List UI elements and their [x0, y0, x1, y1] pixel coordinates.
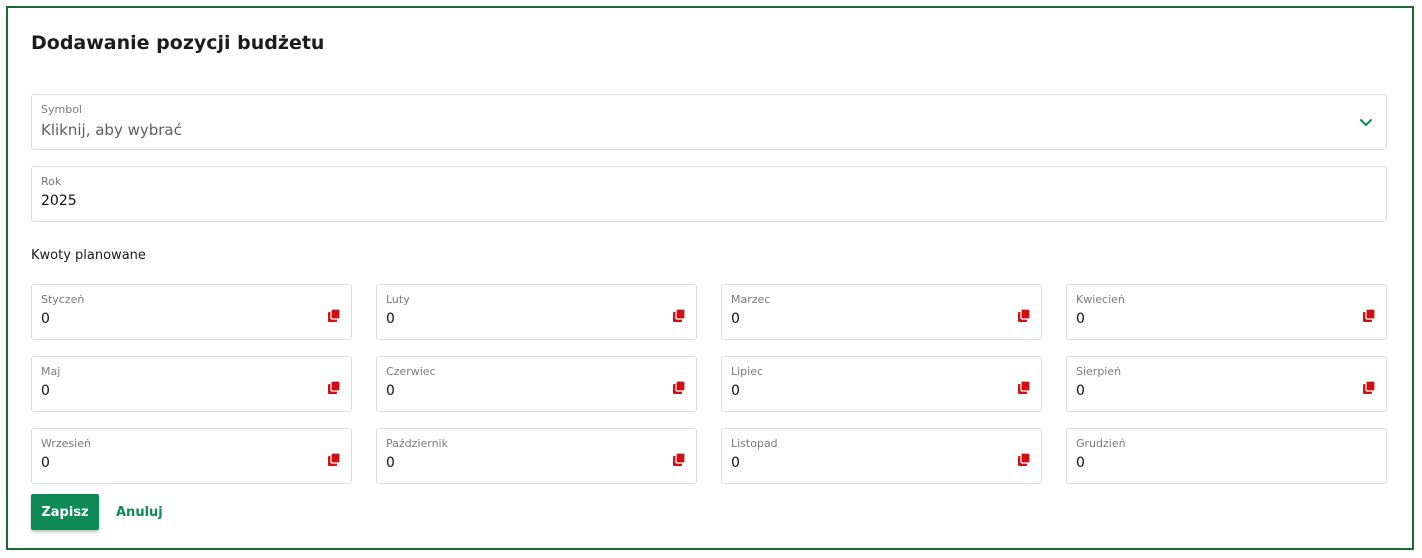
month-label: Lipiec: [731, 365, 764, 378]
month-field[interactable]: Sierpień 0: [1066, 356, 1387, 412]
copy-icon[interactable]: [327, 453, 341, 467]
year-value: 2025: [41, 193, 77, 209]
month-value: 0: [731, 311, 740, 327]
month-value: 0: [731, 383, 740, 399]
month-value: 0: [41, 383, 50, 399]
month-field[interactable]: Wrzesień 0: [31, 428, 352, 484]
month-value: 0: [1076, 311, 1085, 327]
save-button[interactable]: Zapisz: [31, 494, 99, 530]
copy-icon[interactable]: [672, 309, 686, 323]
month-field[interactable]: Październik 0: [376, 428, 697, 484]
copy-icon[interactable]: [672, 381, 686, 395]
month-label: Maj: [41, 365, 61, 378]
month-field[interactable]: Maj 0: [31, 356, 352, 412]
month-label: Styczeń: [41, 293, 85, 306]
month-field[interactable]: Lipiec 0: [721, 356, 1042, 412]
copy-icon[interactable]: [672, 453, 686, 467]
copy-icon[interactable]: [1362, 381, 1376, 395]
copy-icon[interactable]: [327, 381, 341, 395]
copy-icon[interactable]: [1017, 381, 1031, 395]
month-value: 0: [41, 311, 50, 327]
month-label: Marzec: [731, 293, 771, 306]
month-label: Luty: [386, 293, 410, 306]
year-field[interactable]: Rok 2025: [31, 166, 1387, 222]
month-label: Sierpień: [1076, 365, 1122, 378]
month-value: 0: [1076, 383, 1085, 399]
month-value: 0: [1076, 455, 1085, 471]
symbol-label: Symbol: [41, 103, 82, 116]
month-label: Kwiecień: [1076, 293, 1125, 306]
month-value: 0: [386, 383, 395, 399]
symbol-placeholder: Kliknij, aby wybrać: [41, 121, 182, 139]
month-field[interactable]: Listopad 0: [721, 428, 1042, 484]
copy-icon[interactable]: [1362, 309, 1376, 323]
copy-icon[interactable]: [327, 309, 341, 323]
month-value: 0: [386, 455, 395, 471]
month-field[interactable]: Kwiecień 0: [1066, 284, 1387, 340]
planned-amounts-heading: Kwoty planowane: [31, 248, 146, 263]
month-value: 0: [41, 455, 50, 471]
month-label: Czerwiec: [386, 365, 436, 378]
symbol-select[interactable]: Symbol Kliknij, aby wybrać: [31, 94, 1387, 150]
cancel-button[interactable]: Anuluj: [110, 494, 169, 530]
month-field[interactable]: Marzec 0: [721, 284, 1042, 340]
month-field[interactable]: Czerwiec 0: [376, 356, 697, 412]
year-label: Rok: [41, 175, 62, 188]
page-title: Dodawanie pozycji budżetu: [31, 32, 325, 54]
month-label: Listopad: [731, 437, 778, 450]
month-value: 0: [386, 311, 395, 327]
month-field[interactable]: Luty 0: [376, 284, 697, 340]
copy-icon[interactable]: [1017, 453, 1031, 467]
month-label: Październik: [386, 437, 448, 450]
month-value: 0: [731, 455, 740, 471]
month-label: Grudzień: [1076, 437, 1126, 450]
budget-form-panel: Dodawanie pozycji budżetu Symbol Kliknij…: [6, 6, 1414, 550]
month-label: Wrzesień: [41, 437, 91, 450]
copy-icon[interactable]: [1017, 309, 1031, 323]
month-field[interactable]: Grudzień 0: [1066, 428, 1387, 484]
month-field[interactable]: Styczeń 0: [31, 284, 352, 340]
chevron-down-icon[interactable]: [1358, 114, 1374, 130]
